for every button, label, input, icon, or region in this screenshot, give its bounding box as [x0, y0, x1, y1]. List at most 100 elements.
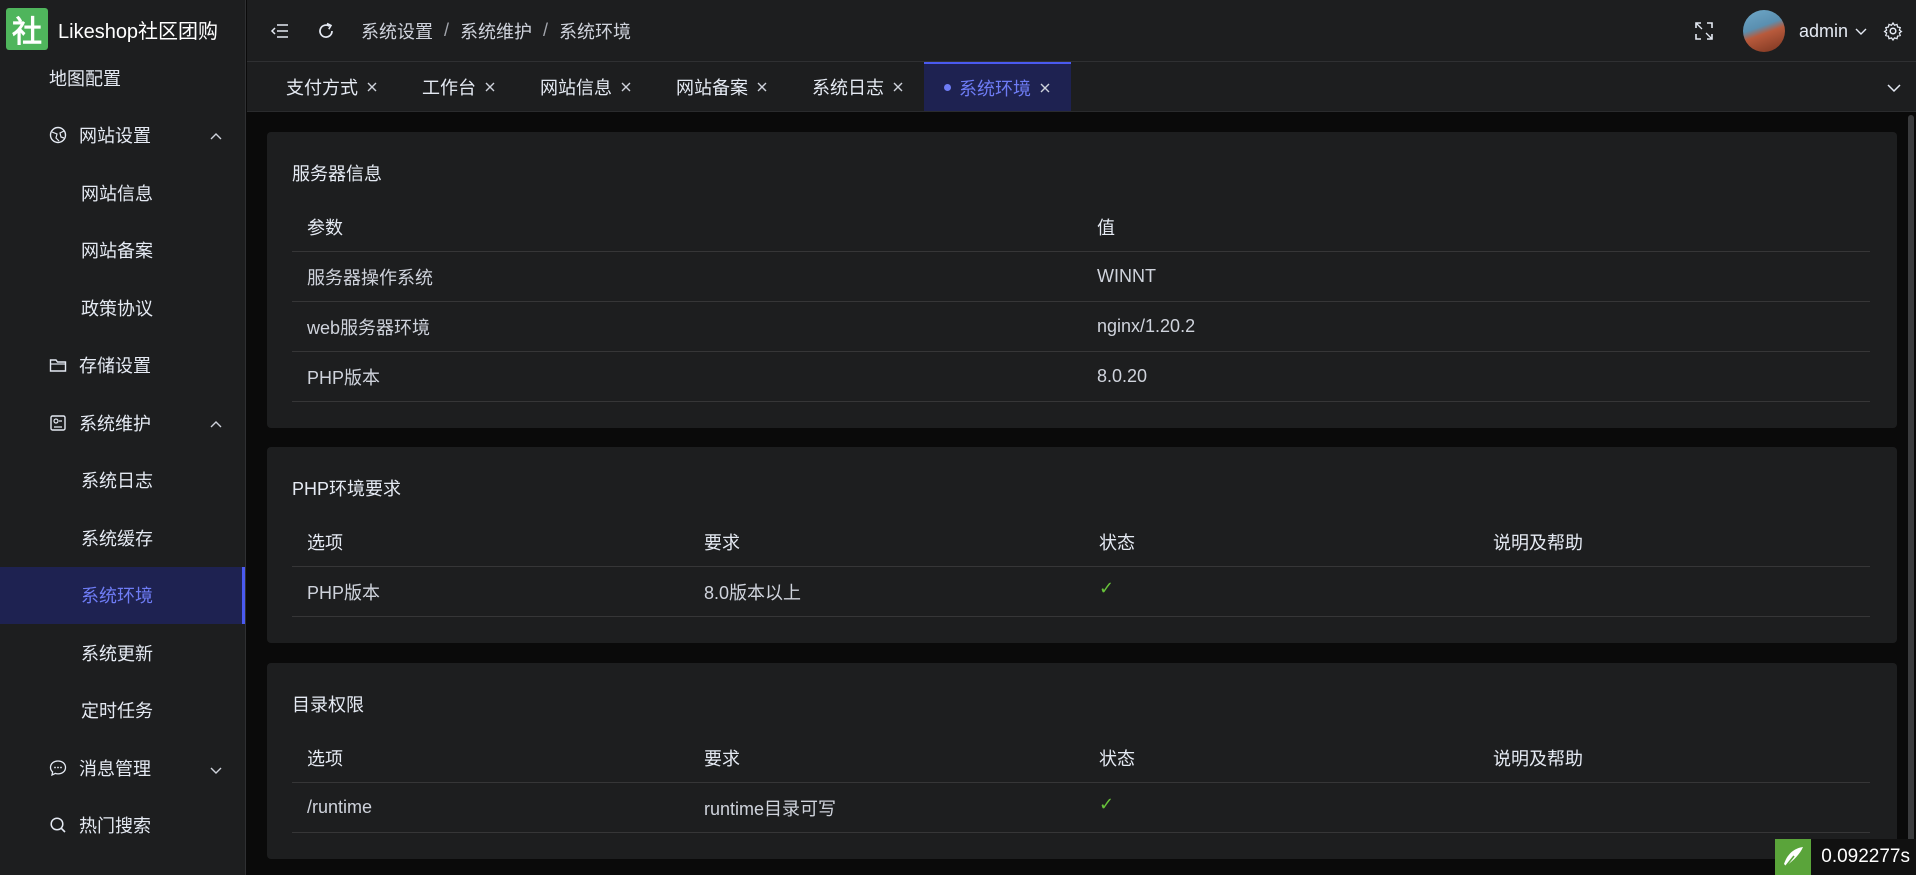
card-title: PHP环境要求	[292, 479, 402, 499]
table-cell: PHP版本	[307, 582, 381, 603]
column-header: 状态	[1099, 532, 1135, 553]
scrollbar[interactable]	[1906, 113, 1916, 875]
card-title: 目录权限	[292, 695, 364, 715]
column-header: 参数	[307, 217, 343, 238]
sidebar-item-system-update[interactable]: 系统更新	[0, 624, 245, 682]
close-icon[interactable]	[620, 81, 632, 93]
sidebar-item-label: 热门搜索	[79, 816, 151, 837]
sidebar-item-label: 系统更新	[81, 643, 153, 664]
main-content: 服务器信息 参数 值 服务器操作系统 WINNT web服务器环境 nginx/…	[247, 113, 1916, 875]
sidebar-item-policy[interactable]: 政策协议	[0, 279, 245, 337]
sidebar-item-system-log[interactable]: 系统日志	[0, 452, 245, 510]
sidebar-item-scheduled-tasks[interactable]: 定时任务	[0, 682, 245, 740]
column-header: 说明及帮助	[1493, 748, 1583, 769]
close-icon[interactable]	[892, 81, 904, 93]
table-header-row: 参数 值	[292, 202, 1870, 252]
globe-icon	[49, 126, 67, 144]
table-cell: /runtime	[307, 797, 373, 817]
request-time: 0.092277s	[1821, 846, 1910, 867]
tab-payment[interactable]: 支付方式	[247, 62, 398, 111]
server-info-table: 参数 值 服务器操作系统 WINNT web服务器环境 nginx/1.20.2…	[292, 202, 1870, 402]
top-header: 系统设置 / 系统维护 / 系统环境 admin	[247, 0, 1916, 62]
tab-workbench[interactable]: 工作台	[398, 62, 516, 111]
sidebar-item-label: 政策协议	[81, 298, 153, 319]
close-icon[interactable]	[484, 81, 496, 93]
scrollbar-thumb[interactable]	[1908, 115, 1914, 855]
column-header: 说明及帮助	[1493, 532, 1583, 553]
sidebar-item-system-env[interactable]: 系统环境	[0, 566, 245, 624]
sidebar-item-system-maintenance[interactable]: 系统维护	[0, 394, 245, 452]
fullscreen-icon[interactable]	[1693, 20, 1715, 42]
tab-website-info[interactable]: 网站信息	[516, 62, 652, 111]
sidebar-item-website-info[interactable]: 网站信息	[0, 164, 245, 222]
close-icon[interactable]	[756, 81, 768, 93]
tab-system-env[interactable]: 系统环境	[924, 62, 1071, 111]
close-icon[interactable]	[1039, 82, 1051, 94]
close-icon[interactable]	[366, 81, 378, 93]
chevron-down-icon[interactable]	[1854, 20, 1868, 42]
breadcrumb-separator: /	[543, 20, 549, 40]
column-header: 要求	[704, 532, 740, 553]
column-header: 选项	[307, 748, 343, 769]
check-icon: ✓	[1099, 794, 1115, 814]
chevron-up-icon	[209, 128, 223, 142]
refresh-icon[interactable]	[315, 20, 337, 42]
chevron-down-icon	[209, 761, 223, 775]
breadcrumb-item[interactable]: 系统维护	[460, 18, 532, 44]
sidebar-item-system-cache[interactable]: 系统缓存	[0, 509, 245, 567]
table-row: /runtime runtime目录可写 ✓	[292, 783, 1870, 833]
breadcrumb-item-current: 系统环境	[559, 21, 632, 42]
sidebar-item-website-settings[interactable]: 网站设置	[0, 107, 245, 165]
username[interactable]: admin	[1799, 21, 1848, 42]
server-info-card: 服务器信息 参数 值 服务器操作系统 WINNT web服务器环境 nginx/…	[267, 132, 1897, 428]
tab-system-log[interactable]: 系统日志	[788, 62, 924, 111]
active-dot-icon	[944, 84, 951, 91]
debug-trace-badge[interactable]: 0.092277s	[1775, 839, 1916, 875]
card-title: 服务器信息	[292, 164, 382, 184]
sidebar-item-label: 存储设置	[79, 356, 151, 377]
thinkphp-logo-icon	[1775, 839, 1812, 875]
table-row: PHP版本 8.0版本以上 ✓	[292, 567, 1870, 617]
table-header-row: 选项 要求 状态 说明及帮助	[292, 517, 1870, 567]
sidebar-item-storage-settings[interactable]: 存储设置	[0, 337, 245, 395]
sidebar-item-label: 地图配置	[49, 68, 121, 89]
breadcrumb-item[interactable]: 系统设置	[361, 18, 433, 44]
sidebar-item-hot-search[interactable]: 热门搜索	[0, 797, 245, 855]
tab-label: 系统日志	[812, 77, 884, 98]
breadcrumb-separator: /	[444, 20, 450, 40]
sidebar-menu: 地图配置 网站设置 网站信息 网站备案 政策协议 存储设置 系统维护 系统日志 …	[0, 49, 245, 854]
breadcrumb: 系统设置 / 系统维护 / 系统环境	[361, 18, 631, 44]
table-cell: 8.0.20	[1097, 366, 1148, 386]
tab-website-filing[interactable]: 网站备案	[652, 62, 788, 111]
avatar[interactable]	[1742, 10, 1785, 52]
menu-fold-icon[interactable]	[269, 20, 291, 42]
sidebar: 社 Likeshop社区团购 地图配置 网站设置 网站信息 网站备案 政策协议	[0, 0, 246, 875]
tab-label: 系统环境	[959, 78, 1031, 99]
sidebar-item-label: 系统日志	[81, 471, 153, 492]
php-env-table: 选项 要求 状态 说明及帮助 PHP版本 8.0版本以上 ✓	[292, 517, 1870, 617]
gear-icon[interactable]	[1882, 20, 1904, 42]
tab-label: 网站备案	[676, 77, 748, 98]
tab-label: 工作台	[422, 77, 476, 98]
table-cell: 服务器操作系统	[307, 267, 433, 288]
tab-label: 支付方式	[286, 77, 358, 98]
sidebar-item-label: 系统环境	[81, 586, 153, 607]
sidebar-item-label: 定时任务	[81, 701, 153, 722]
search-icon	[49, 816, 67, 834]
sidebar-item-map-config[interactable]: 地图配置	[0, 49, 245, 107]
php-env-card: PHP环境要求 选项 要求 状态 说明及帮助 PHP版本 8.0版本以上 ✓	[267, 447, 1897, 643]
tab-label: 网站信息	[540, 77, 612, 98]
chevron-down-icon[interactable]	[1886, 79, 1902, 95]
check-icon: ✓	[1099, 578, 1115, 598]
table-header-row: 选项 要求 状态 说明及帮助	[292, 733, 1870, 783]
table-cell: nginx/1.20.2	[1097, 316, 1196, 336]
table-row: web服务器环境 nginx/1.20.2	[292, 302, 1870, 352]
sidebar-item-label: 系统维护	[79, 413, 151, 434]
sidebar-item-website-filing[interactable]: 网站备案	[0, 222, 245, 280]
chevron-up-icon	[209, 416, 223, 430]
chat-bubble-icon	[49, 759, 67, 777]
sidebar-item-label: 网站信息	[81, 183, 153, 204]
table-cell: runtime目录可写	[704, 798, 837, 819]
sidebar-item-message-management[interactable]: 消息管理	[0, 739, 245, 797]
dir-permission-table: 选项 要求 状态 说明及帮助 /runtime runtime目录可写 ✓	[292, 733, 1870, 833]
